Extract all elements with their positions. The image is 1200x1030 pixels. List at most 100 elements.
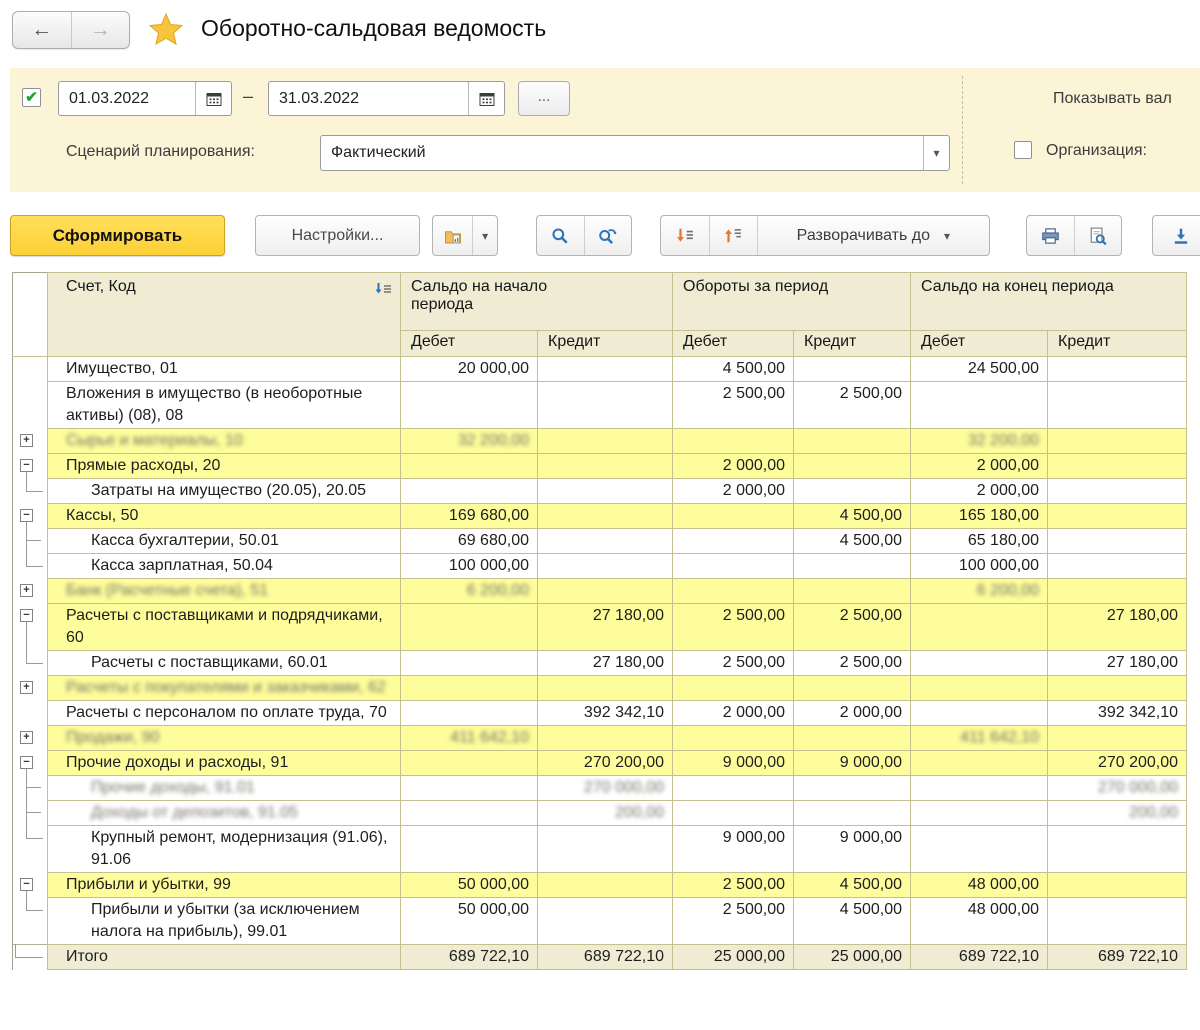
value-cell[interactable]: 411 642,10 xyxy=(911,726,1048,751)
table-row[interactable]: + Продажи, 90 411 642,10 411 642,10 xyxy=(13,726,1187,751)
table-row[interactable]: Доходы от депозитов, 91.05 200,00 200,00 xyxy=(13,801,1187,826)
generate-button[interactable]: Сформировать xyxy=(10,215,225,256)
account-cell[interactable]: Кассы, 50 xyxy=(48,504,401,529)
table-row[interactable]: Прочие доходы, 91.01 270 000,00 270 000,… xyxy=(13,776,1187,801)
value-cell[interactable]: 2 000,00 xyxy=(911,454,1048,479)
value-cell[interactable]: 392 342,10 xyxy=(1048,701,1187,726)
value-cell[interactable] xyxy=(911,776,1048,801)
value-cell[interactable] xyxy=(673,579,794,604)
value-cell[interactable] xyxy=(538,826,673,873)
value-cell[interactable] xyxy=(794,801,911,826)
subheader-credit[interactable]: Кредит xyxy=(1048,331,1187,357)
value-cell[interactable] xyxy=(673,504,794,529)
column-header-closing-balance[interactable]: Сальдо на конец периода xyxy=(911,273,1187,331)
account-cell[interactable]: Расчеты с поставщиками и подрядчиками, 6… xyxy=(48,604,401,651)
value-cell[interactable] xyxy=(673,429,794,454)
table-row[interactable]: − Прямые расходы, 20 2 000,00 2 000,00 xyxy=(13,454,1187,479)
table-row[interactable]: + Сырье и материалы, 10 32 200,00 32 200… xyxy=(13,429,1187,454)
value-cell[interactable] xyxy=(673,676,794,701)
value-cell[interactable]: 6 200,00 xyxy=(401,579,538,604)
value-cell[interactable] xyxy=(794,454,911,479)
account-cell[interactable]: Имущество, 01 xyxy=(48,357,401,382)
back-button[interactable]: ← xyxy=(13,12,71,48)
period-checkbox[interactable]: ✔ xyxy=(22,88,41,107)
value-cell[interactable]: 69 680,00 xyxy=(401,529,538,554)
value-cell[interactable]: 2 000,00 xyxy=(673,454,794,479)
account-cell[interactable]: Прочие доходы, 91.01 xyxy=(48,776,401,801)
value-cell[interactable] xyxy=(1048,873,1187,898)
value-cell[interactable]: 27 180,00 xyxy=(538,604,673,651)
table-row[interactable]: Вложения в имущество (в необоротные акти… xyxy=(13,382,1187,429)
value-cell[interactable] xyxy=(1048,676,1187,701)
organization-checkbox[interactable] xyxy=(1014,141,1032,159)
value-cell[interactable] xyxy=(911,604,1048,651)
sort-ascending-icon[interactable] xyxy=(374,282,392,296)
value-cell[interactable] xyxy=(538,479,673,504)
value-cell[interactable] xyxy=(538,429,673,454)
value-cell[interactable] xyxy=(538,579,673,604)
value-cell[interactable] xyxy=(673,554,794,579)
table-row[interactable]: − Прочие доходы и расходы, 91 270 200,00… xyxy=(13,751,1187,776)
search-button[interactable] xyxy=(537,216,584,255)
scenario-value[interactable]: Фактический xyxy=(321,136,923,170)
value-cell[interactable] xyxy=(794,676,911,701)
account-cell[interactable]: Затраты на имущество (20.05), 20.05 xyxy=(48,479,401,504)
value-cell[interactable]: 2 500,00 xyxy=(673,898,794,945)
value-cell[interactable] xyxy=(538,898,673,945)
value-cell[interactable] xyxy=(538,504,673,529)
column-header-account[interactable]: Счет, Код xyxy=(48,273,401,357)
account-cell[interactable]: Продажи, 90 xyxy=(48,726,401,751)
value-cell[interactable]: 411 642,10 xyxy=(401,726,538,751)
value-cell[interactable]: 270 000,00 xyxy=(538,776,673,801)
value-cell[interactable] xyxy=(401,676,538,701)
table-row[interactable]: + Банк (Расчетные счета), 51 6 200,00 6 … xyxy=(13,579,1187,604)
report-variants-button[interactable] xyxy=(433,216,472,255)
value-cell[interactable] xyxy=(673,726,794,751)
table-row[interactable]: Прибыли и убытки (за исключением налога … xyxy=(13,898,1187,945)
print-preview-button[interactable] xyxy=(1074,216,1121,255)
expander-plus-icon[interactable]: + xyxy=(20,731,33,744)
value-cell[interactable] xyxy=(401,651,538,676)
value-cell[interactable]: 4 500,00 xyxy=(794,504,911,529)
value-cell[interactable] xyxy=(538,873,673,898)
value-cell[interactable] xyxy=(401,801,538,826)
value-cell[interactable]: 270 200,00 xyxy=(538,751,673,776)
account-cell[interactable]: Расчеты с персоналом по оплате труда, 70 xyxy=(48,701,401,726)
value-cell[interactable] xyxy=(911,676,1048,701)
value-cell[interactable] xyxy=(911,801,1048,826)
save-button[interactable] xyxy=(1152,215,1200,256)
print-button[interactable] xyxy=(1027,216,1074,255)
expander-minus-icon[interactable]: − xyxy=(20,756,33,769)
value-cell[interactable]: 689 722,10 xyxy=(538,945,673,970)
account-cell[interactable]: Расчеты с поставщиками, 60.01 xyxy=(48,651,401,676)
value-cell[interactable]: 32 200,00 xyxy=(911,429,1048,454)
value-cell[interactable] xyxy=(794,479,911,504)
subheader-debit[interactable]: Дебет xyxy=(401,331,538,357)
value-cell[interactable]: 6 200,00 xyxy=(911,579,1048,604)
value-cell[interactable] xyxy=(538,454,673,479)
value-cell[interactable] xyxy=(911,751,1048,776)
value-cell[interactable]: 100 000,00 xyxy=(401,554,538,579)
value-cell[interactable]: 200,00 xyxy=(538,801,673,826)
value-cell[interactable]: 689 722,10 xyxy=(911,945,1048,970)
value-cell[interactable] xyxy=(401,826,538,873)
collapse-rows-button[interactable] xyxy=(709,216,757,255)
value-cell[interactable] xyxy=(401,479,538,504)
value-cell[interactable] xyxy=(911,826,1048,873)
value-cell[interactable]: 392 342,10 xyxy=(538,701,673,726)
value-cell[interactable]: 689 722,10 xyxy=(1048,945,1187,970)
account-cell[interactable]: Вложения в имущество (в необоротные акти… xyxy=(48,382,401,429)
value-cell[interactable]: 20 000,00 xyxy=(401,357,538,382)
value-cell[interactable] xyxy=(1048,726,1187,751)
date-from-field[interactable]: 01.03.2022 xyxy=(58,81,232,116)
value-cell[interactable]: 270 200,00 xyxy=(1048,751,1187,776)
value-cell[interactable]: 100 000,00 xyxy=(911,554,1048,579)
value-cell[interactable]: 2 500,00 xyxy=(673,382,794,429)
account-cell[interactable]: Доходы от депозитов, 91.05 xyxy=(48,801,401,826)
expander-plus-icon[interactable]: + xyxy=(20,584,33,597)
table-row[interactable]: Крупный ремонт, модернизация (91.06), 91… xyxy=(13,826,1187,873)
value-cell[interactable]: 48 000,00 xyxy=(911,898,1048,945)
expand-to-button[interactable]: Разворачивать до ▾ xyxy=(757,216,989,255)
value-cell[interactable]: 27 180,00 xyxy=(1048,651,1187,676)
value-cell[interactable] xyxy=(538,357,673,382)
